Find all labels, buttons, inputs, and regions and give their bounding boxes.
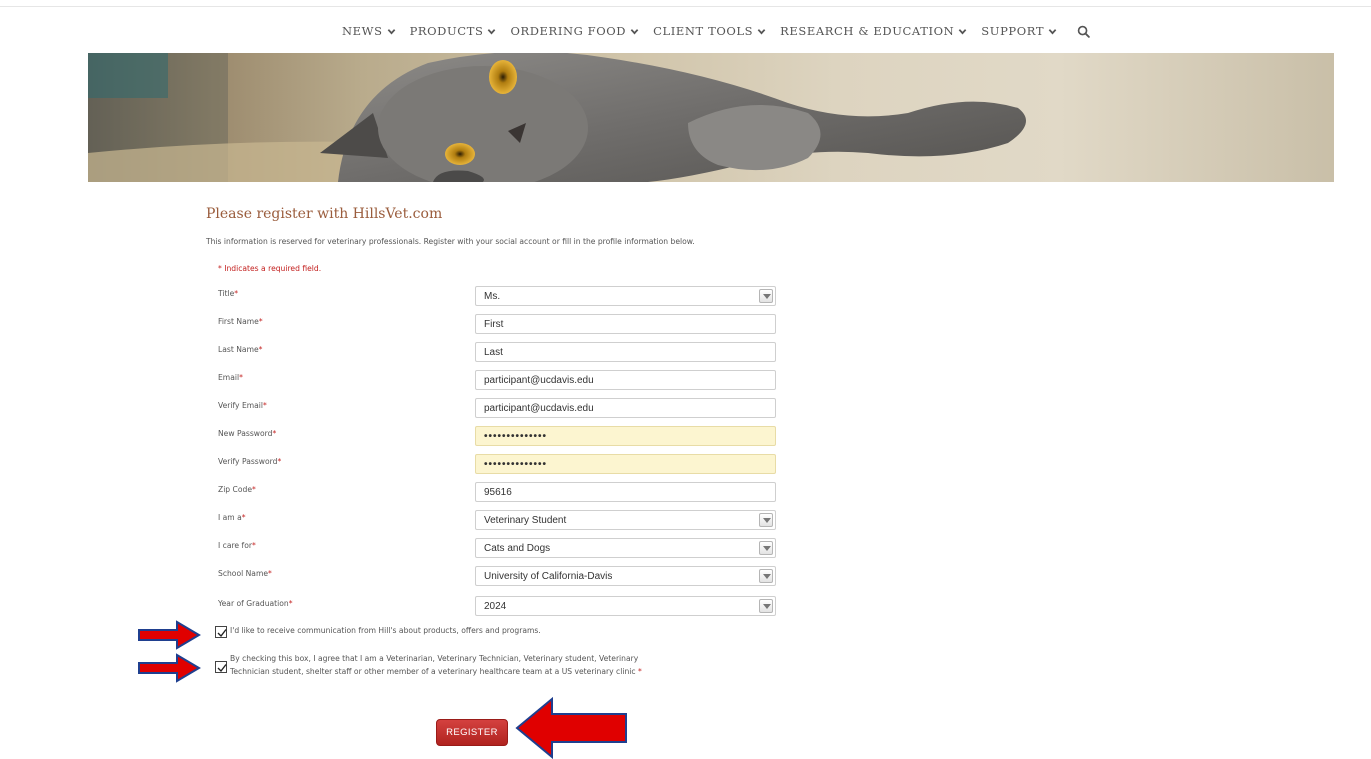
cat-photo bbox=[88, 53, 1026, 182]
chevron-down-icon bbox=[387, 28, 395, 34]
form-row-zip-code: Zip Code* 95616 bbox=[218, 482, 778, 504]
form-row-school-name: School Name* University of California-Da… bbox=[218, 566, 778, 588]
register-button[interactable]: REGISTER bbox=[436, 719, 508, 746]
agreement-confirmation: By checking this box, I agree that I am … bbox=[215, 652, 775, 682]
chevron-down-icon bbox=[958, 28, 967, 34]
i-care-for-select[interactable]: Cats and Dogs bbox=[475, 538, 776, 558]
chevron-down-icon bbox=[488, 28, 496, 34]
form-row-last-name: Last Name* Last bbox=[218, 342, 778, 364]
chevron-down-icon bbox=[630, 28, 639, 34]
nav-support[interactable]: SUPPORT bbox=[981, 24, 1057, 38]
annotation-arrow-right-icon bbox=[138, 620, 201, 650]
form-row-verify-email: Verify Email* participant@ucdavis.edu bbox=[218, 398, 778, 420]
annotation-arrow-right-icon bbox=[138, 653, 201, 683]
school-name-select[interactable]: University of California-Davis bbox=[475, 566, 776, 586]
first-name-input[interactable]: First bbox=[475, 314, 776, 334]
dropdown-arrow-icon[interactable] bbox=[759, 569, 773, 583]
main-nav: NEWS PRODUCTS ORDERING FOOD CLIENT TOOLS… bbox=[342, 22, 1090, 40]
nav-news[interactable]: NEWS bbox=[342, 24, 396, 38]
form-row-year-of-graduation: Year of Graduation* 2024 bbox=[218, 596, 778, 618]
chevron-down-icon bbox=[1048, 28, 1057, 34]
page-title: Please register with HillsVet.com bbox=[206, 206, 443, 222]
intro-text: This information is reserved for veterin… bbox=[206, 237, 695, 246]
verify-password-input[interactable]: •••••••••••••• bbox=[475, 454, 776, 474]
dropdown-arrow-icon[interactable] bbox=[759, 513, 773, 527]
verify-email-input[interactable]: participant@ucdavis.edu bbox=[475, 398, 776, 418]
nav-ordering-food[interactable]: ORDERING FOOD bbox=[510, 24, 639, 38]
year-of-graduation-select[interactable]: 2024 bbox=[475, 596, 776, 616]
email-input[interactable]: participant@ucdavis.edu bbox=[475, 370, 776, 390]
nav-client-tools[interactable]: CLIENT TOOLS bbox=[653, 24, 766, 38]
i-am-a-select[interactable]: Veterinary Student bbox=[475, 510, 776, 530]
chevron-down-icon bbox=[757, 28, 766, 34]
form-row-verify-password: Verify Password* •••••••••••••• bbox=[218, 454, 778, 476]
form-row-i-care-for: I care for* Cats and Dogs bbox=[218, 538, 778, 560]
dropdown-arrow-icon[interactable] bbox=[759, 599, 773, 613]
form-row-title: Title* Ms. bbox=[218, 286, 778, 308]
dropdown-arrow-icon[interactable] bbox=[759, 541, 773, 555]
required-field-note: * Indicates a required field. bbox=[218, 264, 322, 273]
form-row-new-password: New Password* •••••••••••••• bbox=[218, 426, 778, 448]
hero-banner bbox=[88, 53, 1334, 182]
top-divider bbox=[0, 6, 1371, 7]
title-select[interactable]: Ms. bbox=[475, 286, 776, 306]
communication-checkbox[interactable] bbox=[215, 626, 227, 638]
form-row-email: Email* participant@ucdavis.edu bbox=[218, 370, 778, 392]
annotation-arrow-left-icon bbox=[515, 697, 627, 759]
form-row-first-name: First Name* First bbox=[218, 314, 778, 336]
nav-products[interactable]: PRODUCTS bbox=[410, 24, 497, 38]
last-name-input[interactable]: Last bbox=[475, 342, 776, 362]
communication-opt-in: I'd like to receive communication from H… bbox=[215, 624, 775, 644]
zip-code-input[interactable]: 95616 bbox=[475, 482, 776, 502]
new-password-input[interactable]: •••••••••••••• bbox=[475, 426, 776, 446]
agreement-checkbox[interactable] bbox=[215, 661, 227, 673]
search-icon[interactable] bbox=[1077, 25, 1090, 38]
checkmark-icon bbox=[217, 664, 227, 673]
checkmark-icon bbox=[217, 629, 227, 638]
dropdown-arrow-icon[interactable] bbox=[759, 289, 773, 303]
form-row-i-am-a: I am a* Veterinary Student bbox=[218, 510, 778, 532]
nav-research-education[interactable]: RESEARCH & EDUCATION bbox=[780, 24, 967, 38]
